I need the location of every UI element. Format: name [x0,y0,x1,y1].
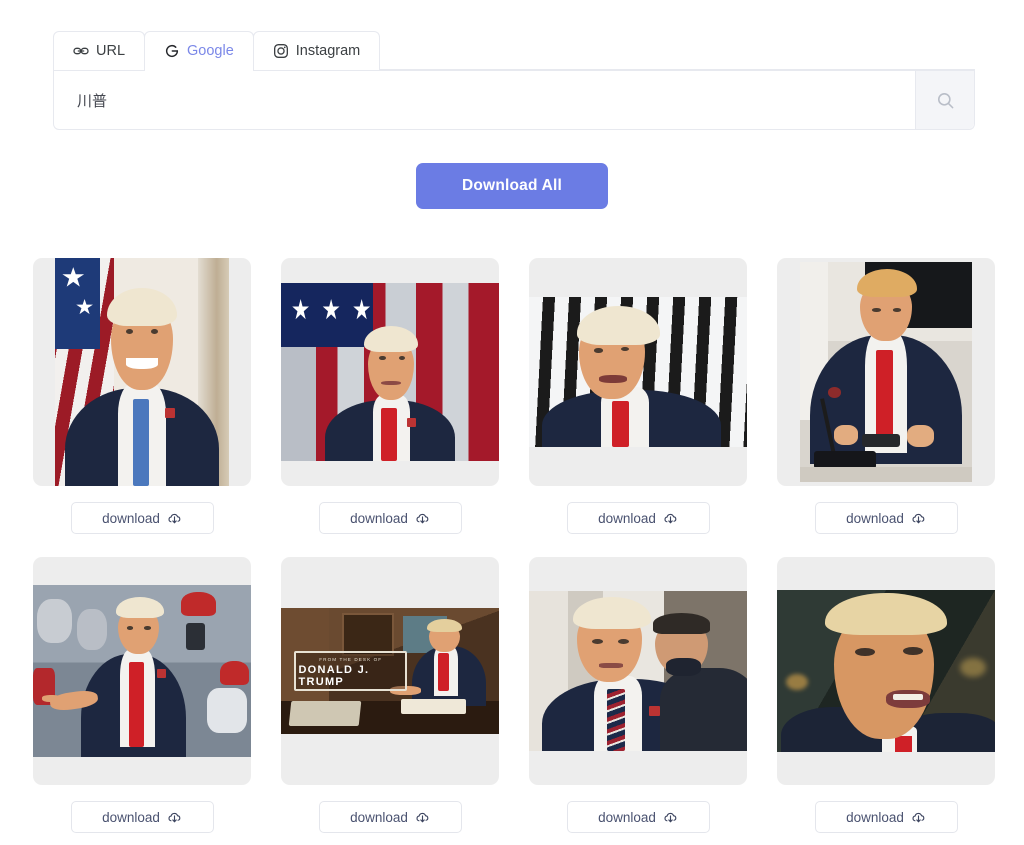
download-button-label: download [598,510,656,526]
cloud-download-icon [663,810,678,825]
result-thumbnail[interactable] [777,557,995,785]
tab-instagram-label: Instagram [295,42,361,59]
download-button[interactable]: download [70,502,214,534]
download-button-label: download [350,809,408,825]
result-image [55,258,229,486]
result-cell: download [269,258,511,534]
cloud-download-icon [415,511,430,526]
result-cell: download [21,557,263,833]
result-thumbnail[interactable] [281,258,499,486]
cloud-download-icon [167,511,182,526]
download-button-label: download [846,510,904,526]
download-button[interactable]: download [318,801,462,833]
cloud-download-icon [911,511,926,526]
download-button-label: download [102,510,160,526]
download-button[interactable]: download [814,801,958,833]
result-image [33,585,251,757]
tab-url-label: URL [96,42,126,59]
tab-google[interactable]: Google [144,31,254,71]
download-button[interactable]: download [318,502,462,534]
download-button-label: download [102,809,160,825]
search-panel: URL Google Instagram 川普 [53,31,975,130]
search-icon [936,91,955,110]
download-button[interactable]: download [566,801,710,833]
source-tabs: URL Google Instagram [53,31,975,71]
cloud-download-icon [911,810,926,825]
download-all-button[interactable]: Download All [416,163,608,209]
tab-url[interactable]: URL [53,31,146,70]
result-cell: download [765,258,1007,534]
google-g-icon [164,43,180,59]
result-image [529,297,747,447]
result-cell: download [517,557,759,833]
result-cell: download [21,258,263,534]
result-thumbnail[interactable]: FROM THE DESK OF DONALD J. TRUMP [281,557,499,785]
result-image: FROM THE DESK OF DONALD J. TRUMP [281,608,499,734]
result-image [529,591,747,751]
result-thumbnail[interactable] [777,258,995,486]
cloud-download-icon [415,810,430,825]
overlay-name: DONALD J. TRUMP [298,664,370,689]
download-button-label: download [846,809,904,825]
result-thumbnail[interactable] [33,258,251,486]
download-button-label: download [350,510,408,526]
result-cell: download [517,258,759,534]
result-image [800,262,972,482]
cloud-download-icon [663,511,678,526]
link-icon [73,43,89,59]
tab-google-label: Google [187,42,234,59]
result-cell: FROM THE DESK OF DONALD J. TRUMP download [269,557,511,833]
download-button[interactable]: download [566,502,710,534]
tab-instagram[interactable]: Instagram [252,31,381,70]
download-button-label: download [598,809,656,825]
download-all-row: Download All [0,163,1024,209]
search-row [53,71,975,130]
search-button[interactable] [915,71,974,129]
result-thumbnail[interactable] [33,557,251,785]
tabbar-filler [379,31,975,70]
cloud-download-icon [167,810,182,825]
image-downloader-page: URL Google Instagram 川普 Download All dow… [0,0,1024,845]
results-gallery: download download download download down… [21,258,1007,833]
download-button[interactable]: download [814,502,958,534]
result-thumbnail[interactable] [529,557,747,785]
download-button[interactable]: download [70,801,214,833]
instagram-icon [273,43,289,59]
result-image [777,590,995,752]
search-input[interactable] [54,71,915,129]
result-cell: download [765,557,1007,833]
result-image [281,283,499,461]
result-thumbnail[interactable] [529,258,747,486]
